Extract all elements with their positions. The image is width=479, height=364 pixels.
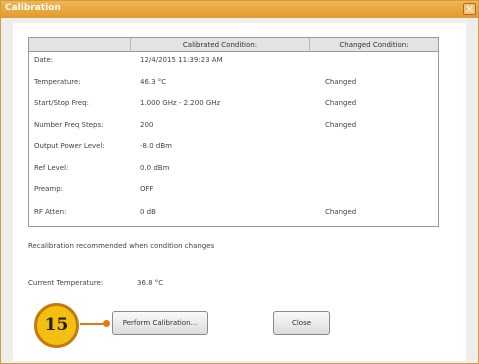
row-status: Changed xyxy=(325,78,357,86)
row-status: Changed xyxy=(325,99,357,107)
title-bar: Calibration xyxy=(1,1,478,18)
row-value: 1.000 GHz - 2.200 GHz xyxy=(140,99,221,107)
row-status: Changed xyxy=(325,208,357,216)
window-title: Calibration xyxy=(5,3,61,13)
table-row: Number Freq Steps: 200 Changed xyxy=(29,117,438,137)
row-value: 0.0 dBm xyxy=(140,164,170,172)
table-row: Preamp: OFF xyxy=(29,181,438,201)
row-value: 46.3 °C xyxy=(140,78,167,86)
row-value: -8.0 dBm xyxy=(140,142,172,150)
row-value: 0 dB xyxy=(140,208,156,216)
table-row: RF Atten: 0 dB Changed xyxy=(29,204,438,224)
step-callout-badge: 15 xyxy=(34,303,79,348)
close-button[interactable]: Close xyxy=(273,311,330,335)
table-row: Start/Stop Freq: 1.000 GHz - 2.200 GHz C… xyxy=(29,95,438,115)
row-label: Preamp: xyxy=(34,185,64,193)
row-label: Ref Level: xyxy=(34,164,69,172)
row-label: Start/Stop Freq: xyxy=(34,99,89,107)
perform-calibration-button[interactable]: Perform Calibration... xyxy=(112,311,208,335)
row-label: Temperature: xyxy=(34,78,81,86)
recalibration-note: Recalibration recommended when condition… xyxy=(28,242,215,250)
row-label: RF Atten: xyxy=(34,208,67,216)
calibration-table: Calibrated Condition: Changed Condition:… xyxy=(28,37,439,227)
row-value: OFF xyxy=(140,185,154,193)
current-temperature-label: Current Temperature: xyxy=(28,279,104,287)
row-label: Date: xyxy=(34,56,54,64)
current-temperature-value: 36.8 °C xyxy=(137,279,164,287)
row-value: 12/4/2015 11:39:23 AM xyxy=(140,56,223,64)
close-icon[interactable] xyxy=(463,3,476,15)
table-row: Temperature: 46.3 °C Changed xyxy=(29,74,438,94)
callout-leader-dot xyxy=(103,320,110,327)
column-header-changed: Changed Condition: xyxy=(310,38,438,52)
column-header-parameter xyxy=(29,38,131,52)
column-header-calibrated: Calibrated Condition: xyxy=(131,38,310,52)
table-row: Date: 12/4/2015 11:39:23 AM xyxy=(29,52,438,72)
table-row: Ref Level: 0.0 dBm xyxy=(29,160,438,180)
row-value: 200 xyxy=(140,121,154,129)
table-row: Output Power Level: -8.0 dBm xyxy=(29,138,438,158)
row-label: Output Power Level: xyxy=(34,142,105,150)
row-label: Number Freq Steps: xyxy=(34,121,104,129)
row-status: Changed xyxy=(325,121,357,129)
